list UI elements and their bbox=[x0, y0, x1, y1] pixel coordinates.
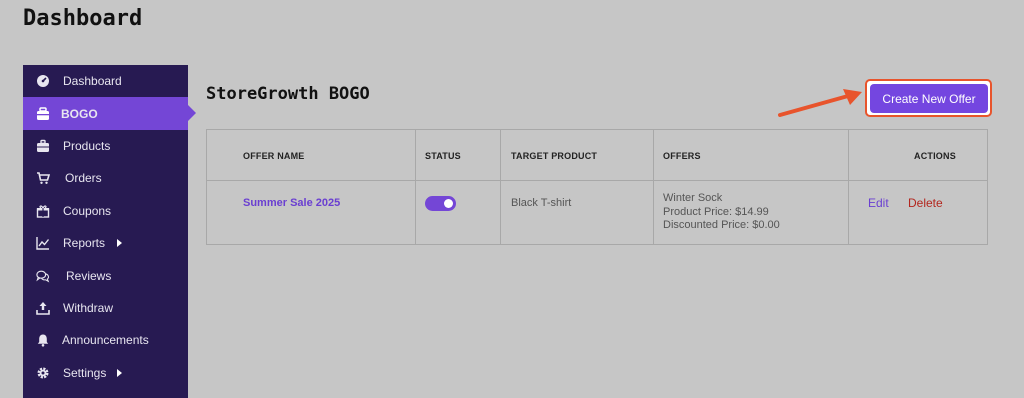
column-header-offers: OFFERS bbox=[663, 151, 701, 161]
sidebar-item-announcements[interactable]: Announcements bbox=[23, 324, 188, 356]
page-title: Dashboard bbox=[23, 6, 143, 31]
sidebar-item-label: Announcements bbox=[62, 333, 149, 348]
sidebar-item-dashboard[interactable]: Dashboard bbox=[23, 65, 188, 97]
sidebar-item-label: Coupons bbox=[63, 203, 112, 218]
sidebar-item-label: Dashboard bbox=[63, 74, 122, 89]
column-header-status: STATUS bbox=[425, 151, 461, 161]
sidebar-item-label: Products bbox=[63, 138, 111, 153]
chevron-right-icon bbox=[117, 368, 122, 377]
edit-link[interactable]: Edit bbox=[868, 196, 889, 210]
offer-product-price: Product Price: $14.99 bbox=[663, 205, 769, 218]
cart-icon bbox=[36, 171, 50, 185]
speedometer-icon bbox=[36, 74, 50, 88]
sidebar-item-settings[interactable]: Settings bbox=[23, 357, 188, 389]
bell-icon bbox=[36, 333, 50, 347]
sidebar-item-products[interactable]: Products bbox=[23, 130, 188, 162]
create-new-offer-button[interactable]: Create New Offer bbox=[870, 84, 988, 113]
sidebar-item-orders[interactable]: Orders bbox=[23, 162, 188, 194]
briefcase-icon bbox=[36, 139, 50, 153]
column-header-offer-name: OFFER NAME bbox=[243, 151, 305, 161]
sidebar-item-label: BOGO bbox=[61, 106, 98, 121]
offer-details: Winter Sock Product Price: $14.99 Discou… bbox=[663, 192, 780, 233]
column-header-target-product: TARGET PRODUCT bbox=[511, 151, 598, 161]
offer-discounted-price: Discounted Price: $0.00 bbox=[663, 219, 780, 231]
comments-icon bbox=[36, 269, 50, 283]
sidebar-item-label: Withdraw bbox=[63, 300, 114, 315]
toggle-knob bbox=[444, 199, 453, 208]
sidebar-item-bogo[interactable]: BOGO bbox=[23, 97, 196, 130]
sidebar-item-label: Orders bbox=[65, 171, 102, 186]
chevron-right-icon bbox=[117, 239, 122, 248]
upload-icon bbox=[36, 301, 50, 315]
sidebar-item-label: Settings bbox=[63, 365, 107, 380]
gear-icon bbox=[36, 366, 50, 380]
sidebar-item-withdraw[interactable]: Withdraw bbox=[23, 292, 188, 324]
delete-link[interactable]: Delete bbox=[908, 196, 943, 210]
annotation-arrow-icon bbox=[778, 89, 862, 117]
target-product: Black T-shirt bbox=[511, 197, 572, 209]
status-toggle[interactable] bbox=[425, 196, 456, 211]
gift-box-icon bbox=[36, 106, 50, 121]
sidebar-item-coupons[interactable]: Coupons bbox=[23, 195, 188, 227]
offer-name-link[interactable]: Summer Sale 2025 bbox=[243, 197, 340, 209]
sidebar: Dashboard BOGO Products Orders Coupons R… bbox=[23, 65, 196, 398]
sidebar-item-label: Reports bbox=[63, 236, 106, 251]
sidebar-item-reports[interactable]: Reports bbox=[23, 227, 188, 259]
column-header-actions: ACTIONS bbox=[914, 151, 956, 161]
sidebar-item-reviews[interactable]: Reviews bbox=[23, 259, 188, 291]
offer-product: Winter Sock bbox=[663, 192, 723, 204]
offers-table: OFFER NAME STATUS TARGET PRODUCT OFFERS … bbox=[206, 129, 988, 245]
gift-icon bbox=[36, 204, 50, 218]
sidebar-item-label: Reviews bbox=[66, 268, 112, 283]
chart-line-icon bbox=[36, 236, 50, 250]
section-title: StoreGrowth BOGO bbox=[206, 84, 370, 104]
